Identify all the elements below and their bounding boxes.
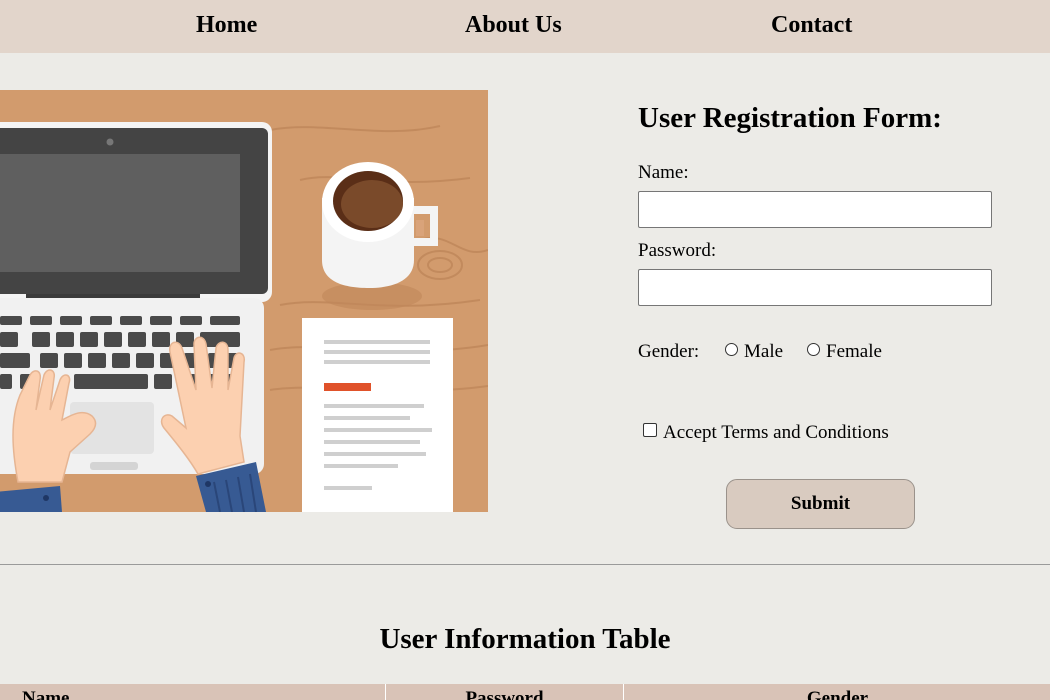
column-header-name: Name bbox=[22, 688, 70, 700]
terms-label[interactable]: Accept Terms and Conditions bbox=[663, 422, 889, 444]
gender-male-label[interactable]: Male bbox=[744, 341, 783, 363]
laptop-display bbox=[0, 154, 240, 272]
submit-button[interactable]: Submit bbox=[726, 479, 915, 529]
gender-female-radio[interactable] bbox=[807, 343, 820, 356]
column-header-gender: Gender bbox=[623, 684, 1050, 700]
password-label: Password: bbox=[638, 240, 717, 261]
gender-male-radio[interactable] bbox=[725, 343, 738, 356]
terms-checkbox[interactable] bbox=[643, 423, 657, 437]
gender-female-label[interactable]: Female bbox=[826, 341, 882, 363]
hero-illustration bbox=[0, 90, 488, 512]
password-input[interactable] bbox=[638, 269, 992, 306]
gender-label: Gender: bbox=[638, 341, 700, 362]
nav-about-link[interactable]: About Us bbox=[465, 12, 562, 39]
nav-contact-link[interactable]: Contact bbox=[771, 12, 852, 39]
top-nav: Home About Us Contact bbox=[0, 0, 1050, 53]
document bbox=[302, 318, 453, 512]
name-label: Name: bbox=[638, 162, 689, 183]
user-table-header: Name Password Gender bbox=[0, 684, 1050, 700]
nav-home-link[interactable]: Home bbox=[196, 12, 257, 39]
desk-illustration bbox=[0, 90, 488, 512]
form-title: User Registration Form: bbox=[638, 102, 942, 134]
section-divider bbox=[0, 564, 1050, 565]
column-header-password: Password bbox=[385, 684, 623, 700]
name-input[interactable] bbox=[638, 191, 992, 228]
table-title: User Information Table bbox=[379, 623, 671, 655]
